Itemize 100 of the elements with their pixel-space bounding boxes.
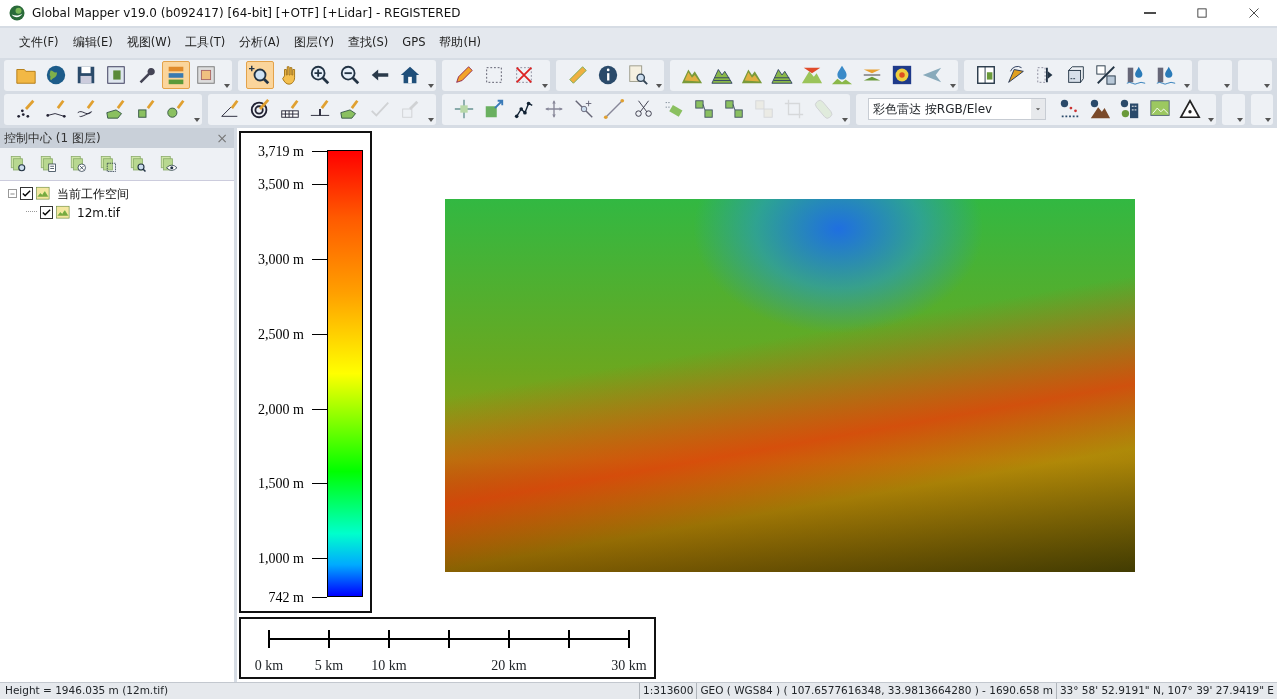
panel-icon [975, 64, 997, 86]
checkmark-icon [41, 207, 52, 218]
layer-checkbox[interactable] [40, 206, 53, 219]
draw-points-icon [15, 98, 37, 120]
dashed-selection-icon [483, 64, 505, 86]
panel-title: 控制中心 (1 图层) [4, 130, 101, 147]
menu-item[interactable]: 文件(F) [14, 32, 64, 54]
legend-tick [312, 483, 327, 485]
legend-label: 3,500 m [258, 175, 304, 194]
layer-remove-icon [69, 154, 87, 174]
layer-checkbox[interactable] [20, 187, 33, 200]
legend-label: 3,000 m [258, 250, 304, 269]
zoom-in-icon [309, 64, 331, 86]
triangle-icon [1179, 98, 1201, 120]
legend-tick [312, 258, 327, 260]
water-drop-icon [831, 64, 853, 86]
window-title: Global Mapper v19.0 (b092417) [64-bit] [+OTF] [+Lidar] - REGISTERED [32, 5, 461, 22]
scale-label: 10 km [371, 657, 407, 675]
layer-select-icon [99, 154, 117, 174]
ruler-icon [567, 64, 589, 86]
gear-mountain-icon [1089, 98, 1111, 120]
layer-list-icon [39, 154, 57, 174]
menu-item[interactable]: 视图(W) [121, 32, 177, 54]
target-icon [249, 98, 271, 120]
scale-label: 30 km [611, 657, 647, 675]
globe-icon [45, 64, 67, 86]
tree-item-label[interactable]: 当前工作空间 [57, 184, 129, 203]
layer-eye-icon [159, 154, 177, 174]
scale-label: 0 km [254, 657, 284, 675]
toolbar [1238, 59, 1272, 91]
document-search-icon [627, 64, 649, 86]
water-level-icon [1155, 64, 1177, 86]
menu-item[interactable]: 工具(T) [180, 32, 231, 54]
menu-item[interactable]: 编辑(E) [67, 32, 118, 54]
checkmark-icon [21, 188, 32, 199]
home-icon [399, 64, 421, 86]
draw-line-icon [45, 98, 67, 120]
toolbar [1198, 59, 1232, 91]
status-text: Height = 1946.035 m (12m.tif) [4, 683, 170, 699]
legend-label: 1,000 m [258, 549, 304, 568]
merge-icon [753, 98, 775, 120]
legend-tick [312, 408, 327, 410]
scale-label: 20 km [491, 657, 527, 675]
shader-dropdown[interactable]: 彩色雷达 按RGB/Elev [868, 98, 1046, 120]
connect-icon [723, 98, 745, 120]
legend-tick [312, 183, 327, 185]
zoom-tool-icon [249, 64, 271, 86]
status-text: 33° 58' 52.9191" N, 107° 39' 27.9419" E [1055, 683, 1277, 699]
cube-3d-icon [1065, 64, 1087, 86]
legend-tick [312, 597, 327, 598]
info-icon [597, 64, 619, 86]
move-icon [453, 98, 475, 120]
save-icon [75, 64, 97, 86]
gear-dots-icon [1059, 98, 1081, 120]
scale-label: 5 km [314, 657, 344, 675]
legend-label: 1,500 m [258, 474, 304, 493]
connect-icon [693, 98, 715, 120]
layer-zoom-icon [129, 154, 147, 174]
legend-tick [312, 333, 327, 335]
tree-expander[interactable] [8, 189, 17, 198]
toolbar [1222, 93, 1245, 125]
menu-item[interactable]: 分析(A) [234, 32, 286, 54]
status-text: 1:313600 [639, 683, 697, 699]
toolbar [1250, 93, 1273, 125]
legend-tick [312, 558, 327, 560]
gear-building-icon [1119, 98, 1141, 120]
draw-square-icon [135, 98, 157, 120]
menu-item[interactable]: 图层(Y) [289, 32, 340, 54]
frame-icon [195, 64, 217, 86]
draw-area-icon [105, 98, 127, 120]
legend-label: 2,500 m [258, 325, 304, 344]
menu-item[interactable]: 帮助(H) [434, 32, 487, 54]
raster-layer-icon [56, 205, 71, 220]
zoom-tool-button[interactable] [246, 61, 274, 89]
draw-area-icon [339, 98, 361, 120]
app-logo-icon [8, 4, 26, 22]
tree-item-label[interactable]: 12m.tif [77, 203, 121, 222]
menu-item[interactable]: GPS [397, 32, 431, 54]
draw-circle-icon [165, 98, 187, 120]
pencil-icon [453, 64, 475, 86]
resize-icon [483, 98, 505, 120]
heatmap-icon [891, 64, 913, 86]
crop-icon [783, 98, 805, 120]
legend-label: 3,719 m [258, 142, 304, 161]
move-cross-icon [543, 98, 565, 120]
map-window-icon [105, 64, 127, 86]
legend-tick [312, 151, 327, 152]
delete-icon [513, 64, 535, 86]
slash-icon [1095, 64, 1117, 86]
menu-item[interactable]: 查找(S) [343, 32, 394, 54]
draw-angle-icon [219, 98, 241, 120]
draw-grid-icon [279, 98, 301, 120]
water-level-icon [1125, 64, 1147, 86]
segment-icon [603, 98, 625, 120]
legend-label: 742 m [268, 588, 304, 607]
status-text: GEO ( WGS84 ) ( 107.6577616348, 33.9813664280 ) - 1690.658 m [696, 683, 1056, 699]
zoom-out-icon [339, 64, 361, 86]
layer-search-icon [9, 154, 27, 174]
legend-label: 2,000 m [258, 400, 304, 419]
minimize-icon [1144, 12, 1156, 14]
